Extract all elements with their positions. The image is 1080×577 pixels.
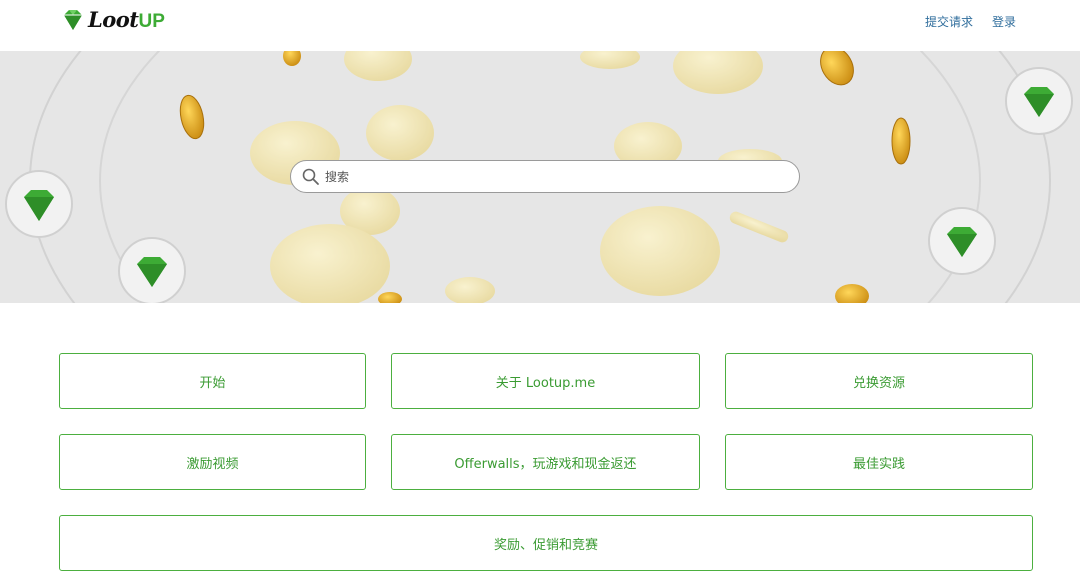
diamond-badge-icon — [1005, 67, 1073, 135]
logo-word-loot: Loot — [88, 7, 139, 32]
category-about-lootup[interactable]: 关于 Lootup.me — [391, 353, 700, 409]
login-link[interactable]: 登录 — [992, 13, 1016, 30]
category-best-practices[interactable]: 最佳实践 — [725, 434, 1033, 490]
category-getting-started[interactable]: 开始 — [59, 353, 366, 409]
category-redeem-resources[interactable]: 兑换资源 — [725, 353, 1033, 409]
diamond-logo-icon — [64, 10, 82, 30]
search-input[interactable] — [323, 165, 787, 189]
category-offerwalls[interactable]: Offerwalls，玩游戏和现金返还 — [391, 434, 700, 490]
diamond-badge-icon — [118, 237, 186, 303]
category-rewards-promotions[interactable]: 奖励、促销和竞赛 — [59, 515, 1033, 571]
diamond-badge-icon — [928, 207, 996, 275]
submit-request-link[interactable]: 提交请求 — [925, 13, 973, 30]
category-incentive-videos[interactable]: 激励视频 — [59, 434, 366, 490]
site-header: LootUP 提交请求 登录 — [0, 0, 1080, 51]
search-icon[interactable] — [302, 168, 320, 186]
hero-banner — [0, 51, 1080, 303]
diamond-badge-icon — [5, 170, 73, 238]
lootup-logo[interactable]: LootUP — [60, 4, 165, 36]
logo-word-up: UP — [138, 11, 165, 32]
logo-wordmark: LootUP — [88, 7, 165, 33]
search-box — [290, 160, 800, 193]
